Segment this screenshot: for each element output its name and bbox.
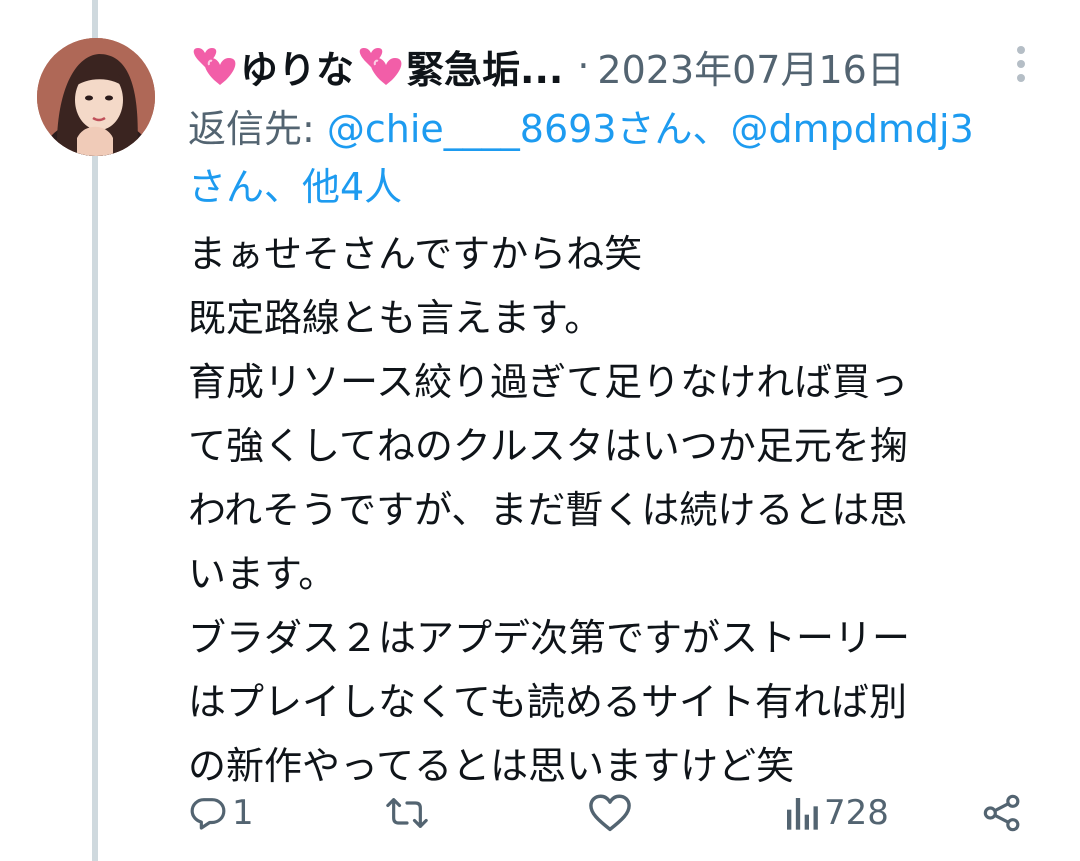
tweet-header: ゆりな 緊急垢... · 2023年07月16日 bbox=[188, 38, 905, 94]
avatar[interactable] bbox=[37, 38, 155, 156]
avatar-portrait bbox=[37, 38, 155, 156]
reply-to-mentions[interactable]: @chie____8693さん、@dmpdmdj3 bbox=[327, 107, 974, 151]
author-name[interactable]: ゆりな 緊急垢... bbox=[188, 39, 563, 94]
tweet-text-line: 既定路線とも言えます。 bbox=[188, 296, 603, 340]
more-options-icon[interactable] bbox=[1004, 42, 1038, 86]
tweet-text-line: われそうですが、まだ暫くは続けるとは思 bbox=[188, 488, 908, 532]
tweet-text-line: て強くしてねのクルスタはいつか足元を掬 bbox=[188, 424, 908, 468]
reply-count: 1 bbox=[232, 793, 254, 833]
retweet-icon bbox=[386, 798, 428, 828]
tweet-text: まぁせそさんですからね笑 既定路線とも言えます。 育成リソース絞り過ぎて足りなけ… bbox=[188, 222, 1048, 798]
tweet-text-line: まぁせそさんですからね笑 bbox=[188, 232, 643, 276]
reply-to-others[interactable]: さん、他4人 bbox=[188, 165, 402, 209]
tweet-date[interactable]: 2023年07月16日 bbox=[597, 39, 904, 94]
views-button[interactable]: 728 bbox=[784, 784, 889, 842]
reply-icon bbox=[190, 798, 226, 830]
like-button[interactable] bbox=[588, 784, 636, 842]
heart-like-icon bbox=[589, 794, 631, 832]
view-count: 728 bbox=[824, 793, 889, 833]
tweet-text-line: います。 bbox=[188, 552, 337, 596]
date-separator: · bbox=[577, 44, 590, 88]
revolving-hearts-icon bbox=[193, 48, 236, 85]
reply-button[interactable]: 1 bbox=[188, 784, 254, 842]
tweet-text-line: はプレイしなくても読めるサイト有れば別 bbox=[188, 680, 907, 724]
share-icon bbox=[983, 794, 1020, 832]
tweet-text-line: ブラダス２はアプデ次第ですがストーリー bbox=[188, 616, 911, 660]
author-name-text: ゆりな bbox=[240, 47, 355, 92]
revolving-hearts-icon bbox=[359, 48, 402, 85]
retweet-button[interactable] bbox=[384, 784, 434, 842]
analytics-bar-chart-icon bbox=[787, 798, 818, 830]
author-name-suffix: 緊急垢... bbox=[406, 47, 564, 92]
reply-to-context: 返信先: @chie____8693さん、@dmpdmdj3 さん、他4人 bbox=[188, 100, 1048, 216]
tweet-text-line: 育成リソース絞り過ぎて足りなければ買っ bbox=[188, 360, 909, 404]
share-button[interactable] bbox=[982, 784, 1022, 842]
reply-to-prefix: 返信先: bbox=[188, 107, 327, 151]
tweet-actions-bar: 1 728 bbox=[188, 784, 1030, 842]
